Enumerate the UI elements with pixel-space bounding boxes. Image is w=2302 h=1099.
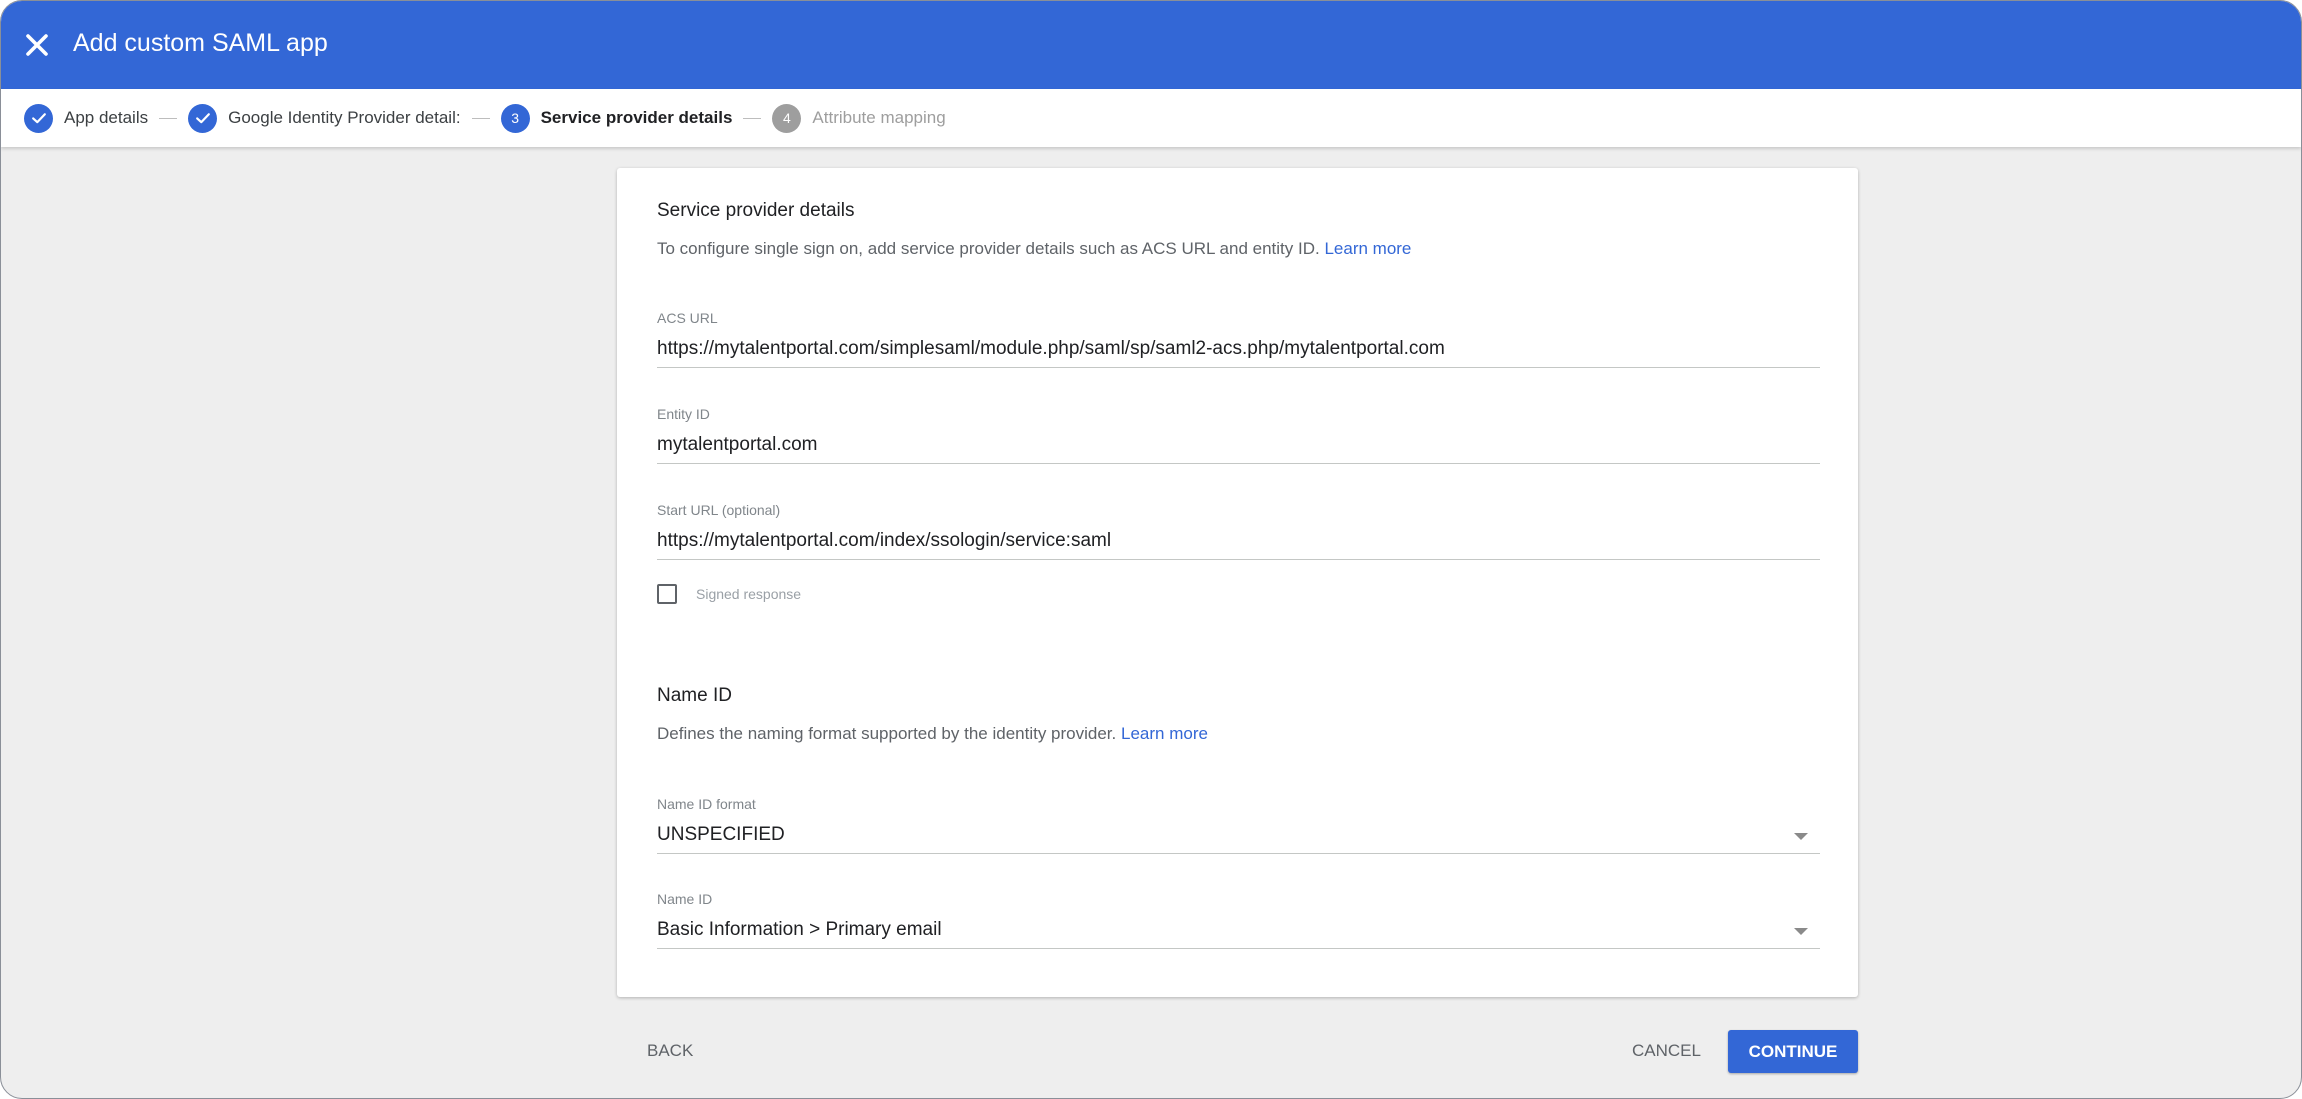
back-button[interactable]: BACK <box>647 1041 693 1061</box>
name-id-value: Basic Information > Primary email <box>657 919 942 940</box>
app-window: Add custom SAML app App details Google I… <box>0 0 2302 1099</box>
acs-url-label: ACS URL <box>657 310 718 326</box>
check-icon <box>24 103 53 133</box>
learn-more-link[interactable]: Learn more <box>1324 239 1411 258</box>
entity-id-label: Entity ID <box>657 406 710 422</box>
name-id-dropdown[interactable]: Basic Information > Primary email <box>657 919 1820 949</box>
check-icon <box>188 103 218 133</box>
description-text: To configure single sign on, add service… <box>657 239 1320 258</box>
name-id-select[interactable]: Name ID Basic Information > Primary emai… <box>657 891 1820 949</box>
start-url-label: Start URL (optional) <box>657 502 781 518</box>
step-divider <box>471 117 490 119</box>
page-title: Add custom SAML app <box>73 29 328 57</box>
step-number: 3 <box>500 103 530 133</box>
section-description-service-provider: To configure single sign on, add service… <box>657 239 1411 259</box>
details-card: Service provider details To configure si… <box>617 168 1858 997</box>
close-icon <box>26 34 48 56</box>
step-label: Service provider details <box>540 108 733 127</box>
entity-id-field[interactable]: Entity ID mytalentportal.com <box>657 406 1820 464</box>
signed-response-option[interactable]: Signed response <box>657 584 801 604</box>
step-service-provider-details[interactable]: 3 Service provider details <box>500 103 733 133</box>
section-title-service-provider: Service provider details <box>657 200 855 221</box>
close-button[interactable] <box>19 27 55 63</box>
header-bar: Add custom SAML app <box>1 1 2301 89</box>
signed-response-label: Signed response <box>696 586 802 602</box>
signed-response-checkbox[interactable] <box>657 584 677 604</box>
description-text: Defines the naming format supported by t… <box>657 724 1117 743</box>
cancel-button[interactable]: CANCEL <box>1632 1041 1701 1061</box>
name-id-format-dropdown[interactable]: UNSPECIFIED <box>657 824 1820 854</box>
step-google-idp-details[interactable]: Google Identity Provider detail: <box>188 103 461 133</box>
dropdown-arrow-icon <box>1794 833 1808 840</box>
section-description-name-id: Defines the naming format supported by t… <box>657 724 1208 744</box>
name-id-format-label: Name ID format <box>657 796 756 812</box>
name-id-format-select[interactable]: Name ID format UNSPECIFIED <box>657 796 1820 854</box>
name-id-format-value: UNSPECIFIED <box>657 824 785 845</box>
start-url-input[interactable]: https://mytalentportal.com/index/ssologi… <box>657 530 1820 560</box>
section-title-name-id: Name ID <box>657 685 732 706</box>
learn-more-link[interactable]: Learn more <box>1121 724 1208 743</box>
step-label: Attribute mapping <box>812 108 946 127</box>
stepper: App details Google Identity Provider det… <box>1 89 2301 147</box>
step-app-details[interactable]: App details <box>24 103 149 133</box>
step-divider <box>743 117 762 119</box>
step-divider <box>159 117 178 119</box>
step-label: Google Identity Provider detail: <box>228 108 461 127</box>
step-number: 4 <box>772 103 802 133</box>
continue-button[interactable]: CONTINUE <box>1728 1030 1858 1073</box>
entity-id-input[interactable]: mytalentportal.com <box>657 434 1820 464</box>
step-attribute-mapping[interactable]: 4 Attribute mapping <box>772 103 946 133</box>
dropdown-arrow-icon <box>1794 928 1808 935</box>
acs-url-input[interactable]: https://mytalentportal.com/simplesaml/mo… <box>657 338 1820 368</box>
acs-url-field[interactable]: ACS URL https://mytalentportal.com/simpl… <box>657 310 1820 368</box>
step-label: App details <box>64 108 149 127</box>
name-id-label: Name ID <box>657 891 713 907</box>
start-url-field[interactable]: Start URL (optional) https://mytalentpor… <box>657 502 1820 560</box>
